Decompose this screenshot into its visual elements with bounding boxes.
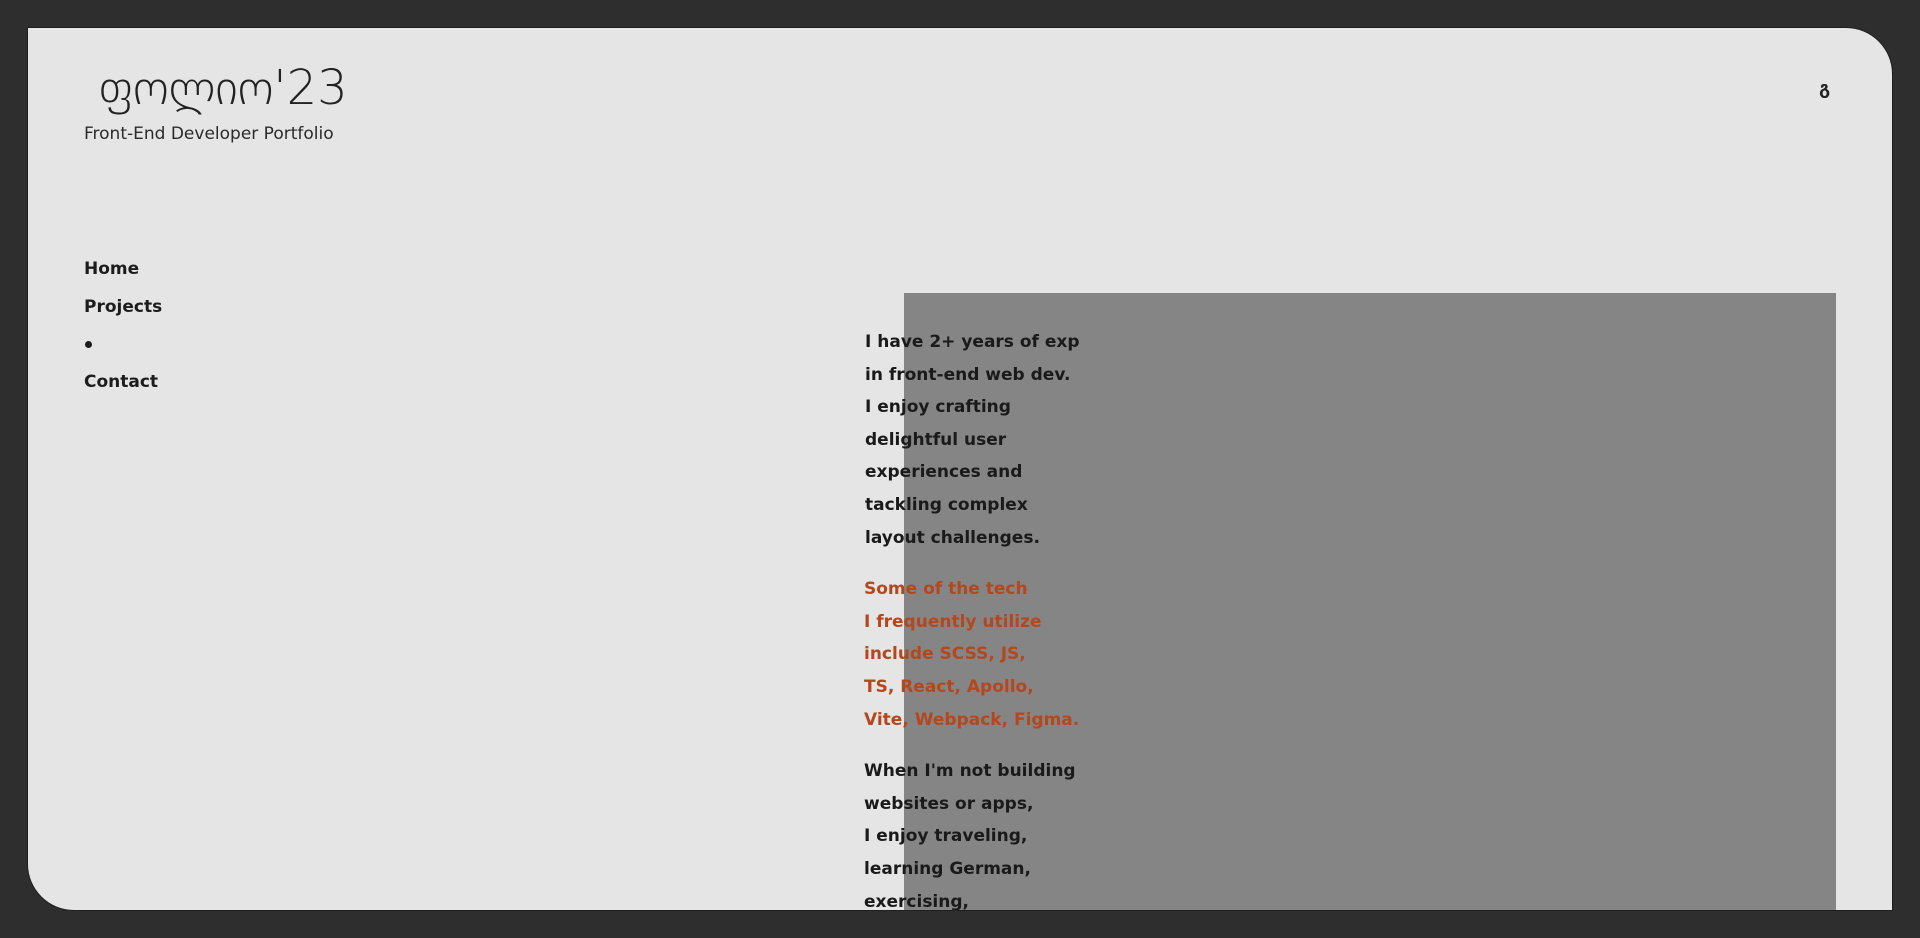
about-tech-line: TS, React, Apollo, (864, 676, 1034, 697)
about-hobby-line: learning German, (864, 858, 1031, 879)
about-hobby-line: exercising, (864, 891, 969, 911)
about-intro-line: layout challenges. (865, 527, 1040, 548)
about-tech: Some of the tech I frequently utilize in… (864, 573, 1105, 736)
about-intro-line: delightful user (865, 429, 1007, 450)
about-intro-line: experiences and (865, 462, 1023, 483)
about-text: I have 2+ years of exp in front-end web … (864, 326, 1105, 910)
nav-item-projects[interactable]: Projects (84, 289, 162, 327)
about-tech-line: include SCSS, JS, (864, 644, 1026, 665)
site-logo[interactable]: ფოლიო'23 (98, 64, 348, 112)
about-tech-line: Vite, Webpack, Figma. (864, 709, 1080, 730)
about-intro: I have 2+ years of exp in front-end web … (865, 326, 1105, 554)
about-hobby-line: I enjoy traveling, (864, 826, 1028, 847)
about-intro-line: I have 2+ years of exp (865, 332, 1080, 352)
site-subtitle: Front-End Developer Portfolio (84, 124, 334, 144)
about-tech-line: Some of the tech (864, 579, 1028, 600)
nav-item-about[interactable] (84, 326, 162, 364)
about-hobby-line: websites or apps, (864, 793, 1034, 814)
about-intro-line: tackling complex (865, 494, 1028, 515)
about-hobby-line: When I'm not building (864, 761, 1076, 782)
page-frame: ფოლიო'23 Front-End Developer Portfolio გ… (28, 28, 1892, 910)
about-intro-line: I enjoy crafting (865, 397, 1011, 418)
about-tech-line: I frequently utilize (864, 611, 1042, 632)
main-nav: Home Projects Contact (84, 251, 162, 401)
active-dot-icon (85, 340, 92, 348)
nav-item-home[interactable]: Home (84, 251, 162, 289)
language-toggle-button[interactable]: გ (1819, 78, 1830, 99)
about-hobbies: When I'm not building websites or apps, … (864, 755, 1105, 910)
nav-item-contact[interactable]: Contact (84, 364, 162, 402)
about-intro-line: in front-end web dev. (865, 364, 1071, 385)
